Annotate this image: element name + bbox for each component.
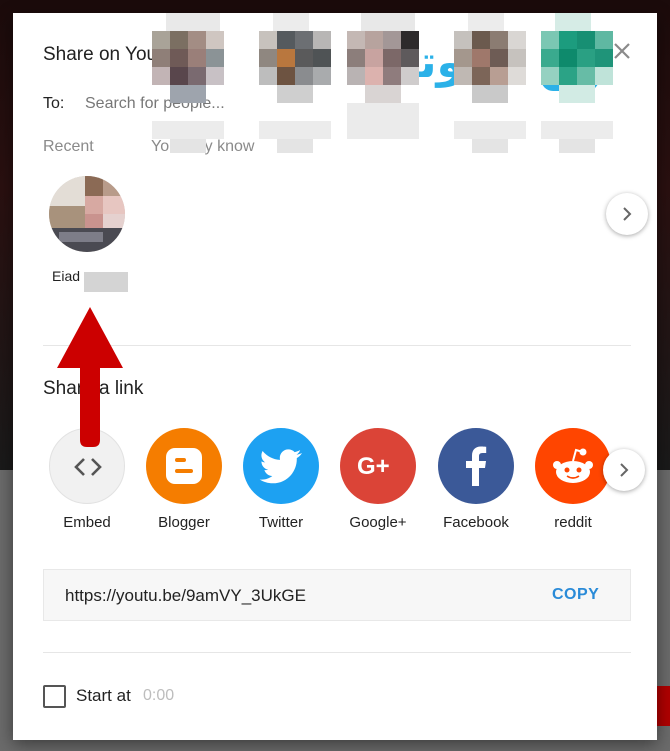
suggested-contact[interactable]: [450, 13, 540, 153]
recent-label: Recent: [43, 138, 94, 155]
share-label: Facebook: [443, 514, 509, 531]
share-targets-next-button[interactable]: [603, 449, 645, 491]
svg-text:G+: G+: [357, 453, 390, 480]
suggested-contact[interactable]: [343, 13, 433, 153]
section-divider: [43, 652, 631, 653]
copy-button[interactable]: COPY: [552, 586, 599, 604]
share-label: Blogger: [158, 514, 210, 531]
section-divider: [43, 345, 631, 346]
share-blogger-button[interactable]: Blogger: [139, 428, 229, 538]
suggested-contact[interactable]: [255, 13, 345, 153]
chevron-right-icon: [620, 463, 629, 477]
avatar: [49, 176, 125, 252]
share-twitter-button[interactable]: Twitter: [236, 428, 326, 538]
blogger-icon: [146, 428, 222, 504]
share-label: Google+: [349, 514, 407, 531]
twitter-icon: [243, 428, 319, 504]
share-label: reddit: [554, 514, 592, 531]
share-dialog: Share on YouTube نيوتك To: Recent You ma…: [13, 13, 657, 740]
share-label: Twitter: [258, 514, 304, 531]
share-reddit-button[interactable]: reddit: [528, 428, 618, 538]
facebook-icon: [438, 428, 514, 504]
start-at-time-input[interactable]: 0:00: [143, 687, 174, 705]
share-facebook-button[interactable]: Facebook: [431, 428, 521, 538]
share-google-plus-button[interactable]: G+ Google+: [333, 428, 423, 538]
contact-name: Eiad: [52, 268, 81, 284]
to-label: To:: [43, 95, 65, 112]
share-url-box: https://youtu.be/9amVY_3UkGE COPY: [43, 569, 631, 621]
annotation-arrow-icon: [57, 307, 123, 447]
google-plus-icon: G+: [340, 428, 416, 504]
share-url[interactable]: https://youtu.be/9amVY_3UkGE: [65, 586, 306, 606]
start-at-label: Start at: [76, 686, 131, 705]
name-redaction: [84, 272, 128, 292]
share-label: Embed: [63, 514, 111, 531]
recent-contact[interactable]: Eiad: [44, 176, 130, 316]
start-at-checkbox[interactable]: [43, 685, 66, 708]
chevron-right-icon: [623, 207, 632, 221]
contacts-next-button[interactable]: [606, 193, 648, 235]
suggested-contact[interactable]: [537, 13, 627, 153]
suggested-contact[interactable]: [148, 13, 238, 153]
reddit-icon: [535, 428, 611, 504]
